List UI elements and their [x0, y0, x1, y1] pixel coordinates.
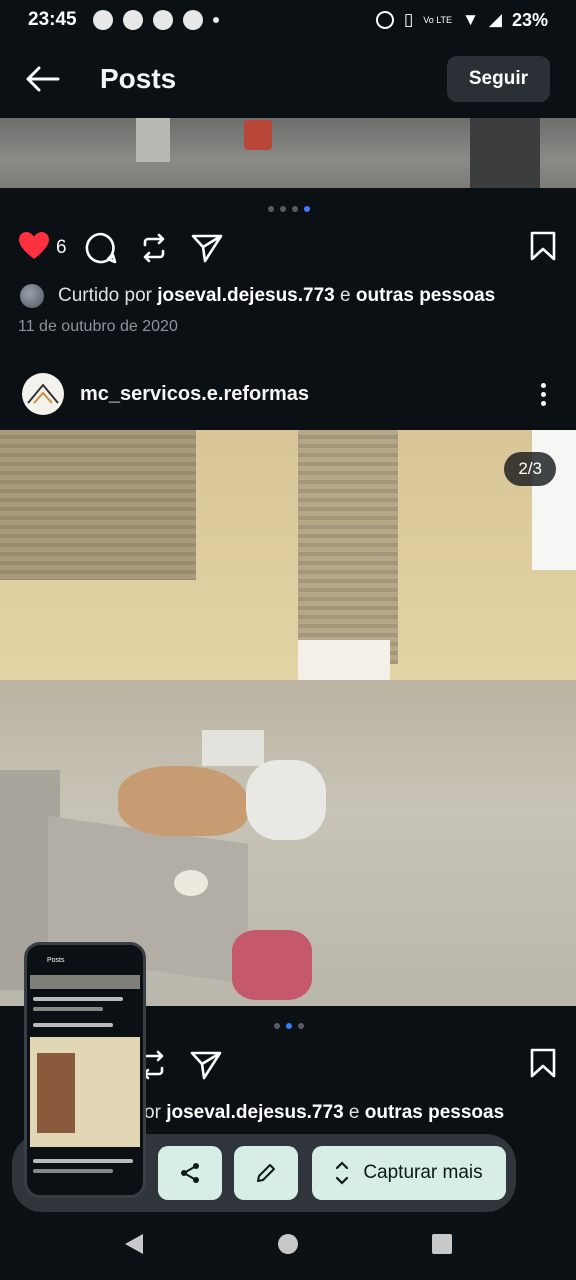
app-notification-icon	[152, 10, 173, 30]
carousel-indicator	[268, 206, 310, 212]
follow-button[interactable]: Seguir	[446, 56, 550, 102]
capture-more-label: Capturar mais	[363, 1162, 483, 1183]
repost-icon[interactable]	[139, 233, 169, 263]
notification-icons	[92, 10, 219, 30]
post-date: 11 de outubro de 2020	[18, 318, 178, 335]
network-label: Vo LTE	[423, 15, 453, 25]
edit-button[interactable]	[234, 1146, 298, 1200]
wifi-icon: ▼	[462, 10, 479, 29]
post-image[interactable]: 2/3	[0, 430, 576, 1006]
liked-by-username[interactable]: joseval.dejesus.773	[157, 285, 334, 307]
capture-more-button[interactable]: Capturar mais	[312, 1146, 506, 1200]
liked-by-others[interactable]: outras pessoas	[356, 285, 495, 307]
share-send-icon[interactable]	[190, 1050, 222, 1080]
comment-icon[interactable]	[85, 232, 117, 264]
expand-vertical-icon	[336, 1161, 349, 1185]
liked-by-prefix: Curtido por	[58, 285, 152, 306]
carousel-dot-active	[286, 1023, 292, 1029]
profile-avatar[interactable]	[22, 373, 64, 415]
messenger-icon	[92, 10, 113, 30]
status-bar: 23:45 ▯ Vo LTE ▼ ◢ 23%	[0, 0, 576, 40]
like-heart-icon[interactable]	[18, 231, 50, 266]
like-count[interactable]: 6	[56, 237, 67, 259]
system-icons: ▯ Vo LTE ▼ ◢ 23%	[375, 9, 548, 31]
system-navigation-bar	[0, 1212, 576, 1280]
liked-by-text: or joseval.dejesus.773 e outras pessoas	[144, 1102, 504, 1124]
post-image-previous[interactable]	[0, 118, 576, 188]
thumbnail-title: Posts	[47, 957, 65, 964]
carousel-dot	[268, 206, 274, 212]
carousel-dot-active	[304, 206, 310, 212]
liker-avatar[interactable]	[18, 282, 46, 310]
screenshot-thumbnail[interactable]: Posts	[24, 942, 146, 1198]
post-username[interactable]: mc_servicos.e.reformas	[80, 383, 309, 406]
nav-recents-icon[interactable]	[431, 1233, 453, 1260]
more-options-icon[interactable]	[541, 382, 546, 406]
back-arrow-icon[interactable]	[26, 62, 60, 96]
battery-level: 23%	[511, 9, 548, 30]
more-notifications-icon	[212, 17, 219, 23]
vibrate-icon: ▯	[403, 10, 414, 29]
liked-by-username[interactable]: joseval.dejesus.773	[166, 1102, 343, 1123]
share-send-icon[interactable]	[191, 233, 223, 263]
chat-icon	[122, 10, 143, 30]
carousel-indicator	[274, 1023, 304, 1029]
liked-by-others[interactable]: outras pessoas	[365, 1102, 504, 1123]
carousel-dot	[274, 1023, 280, 1029]
carousel-dot	[298, 1023, 304, 1029]
share-button[interactable]	[158, 1146, 222, 1200]
carousel-counter-badge: 2/3	[504, 452, 556, 486]
share-icon	[181, 1163, 199, 1183]
pencil-icon	[257, 1164, 275, 1182]
nav-home-icon[interactable]	[277, 1233, 299, 1260]
status-time: 23:45	[28, 9, 77, 30]
liked-by-text: Curtido por joseval.dejesus.773 e outras…	[18, 282, 495, 310]
bookmark-icon[interactable]	[530, 1048, 556, 1083]
signal-icon: ◢	[488, 10, 502, 29]
carousel-dot	[280, 206, 286, 212]
liked-by-conjunction: e	[334, 285, 356, 306]
post-actions: 6	[0, 223, 576, 273]
liked-by-prefix: or	[144, 1102, 167, 1123]
nav-back-icon[interactable]	[123, 1232, 145, 1261]
liked-by-conjunction: e	[343, 1102, 365, 1123]
top-app-bar: Posts Seguir	[0, 40, 576, 118]
post-header: mc_servicos.e.reformas	[0, 364, 576, 424]
bookmark-icon[interactable]	[530, 231, 556, 266]
game-notification-icon	[182, 10, 203, 30]
alarm-icon	[375, 11, 394, 29]
carousel-dot	[292, 206, 298, 212]
page-title: Posts	[100, 63, 177, 94]
